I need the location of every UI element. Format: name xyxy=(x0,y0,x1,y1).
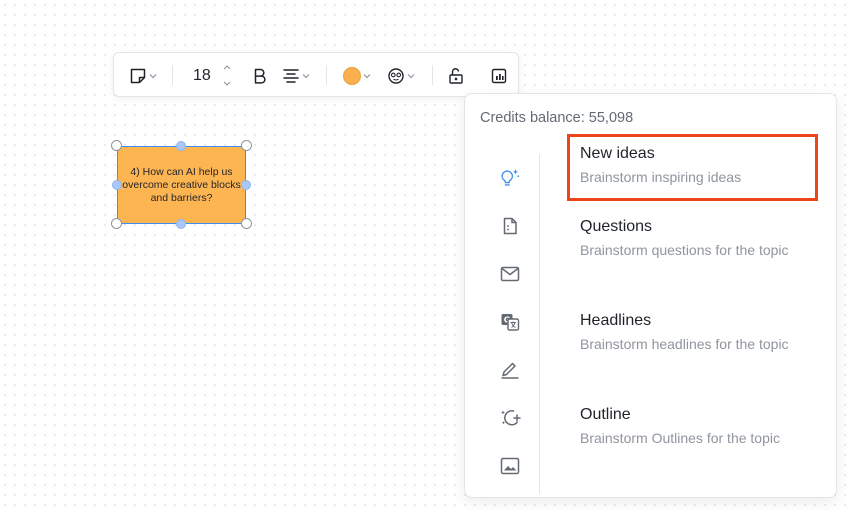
connector-handle-right[interactable] xyxy=(241,180,251,190)
resize-handle-bottom-right[interactable] xyxy=(241,218,252,229)
option-questions[interactable]: Questions Brainstorm questions for the t… xyxy=(580,217,815,261)
font-size-stepper[interactable] xyxy=(222,63,232,89)
option-title: New ideas xyxy=(580,145,655,162)
option-description: Brainstorm inspiring ideas xyxy=(580,169,742,185)
option-new-ideas[interactable]: New ideas Brainstorm inspiring ideas xyxy=(580,144,815,188)
toolbar-divider xyxy=(326,65,327,85)
chart-button[interactable] xyxy=(490,53,508,98)
panel-divider xyxy=(539,154,540,494)
sticky-line: and barriers? xyxy=(150,191,213,204)
chart-icon xyxy=(491,68,507,83)
face-icon xyxy=(388,67,404,84)
sticky-line: overcome creative blocks xyxy=(122,178,241,191)
rail-translate-button[interactable]: G xyxy=(499,311,521,333)
rail-mail-button[interactable] xyxy=(499,263,521,285)
document-icon xyxy=(503,217,517,235)
option-description: Brainstorm questions for the topic xyxy=(580,242,789,258)
align-center-icon xyxy=(283,68,299,83)
option-description: Brainstorm Outlines for the topic xyxy=(580,430,780,446)
connector-handle-top[interactable] xyxy=(176,141,186,151)
option-outline[interactable]: Outline Brainstorm Outlines for the topi… xyxy=(580,405,815,449)
mail-icon xyxy=(500,266,520,282)
resize-handle-top-right[interactable] xyxy=(241,140,252,151)
font-size-value: 18 xyxy=(193,66,211,84)
lightbulb-sparkle-icon xyxy=(501,169,520,186)
pencil-icon xyxy=(501,362,519,379)
sticker-dropdown[interactable] xyxy=(387,53,415,98)
credits-balance: Credits balance: 55,098 xyxy=(480,110,634,126)
sticky-note[interactable]: 4) How can AI help us overcome creative … xyxy=(117,146,246,224)
connector-handle-bottom[interactable] xyxy=(176,219,186,229)
resize-handle-bottom-left[interactable] xyxy=(111,218,122,229)
color-swatch-icon xyxy=(343,66,361,85)
floating-toolbar: 18 xyxy=(113,52,519,97)
align-dropdown[interactable] xyxy=(282,53,310,98)
resize-handle-top-left[interactable] xyxy=(111,140,122,151)
option-headlines[interactable]: Headlines Brainstorm headlines for the t… xyxy=(580,311,815,355)
sticky-note-text: 4) How can AI help us overcome creative … xyxy=(122,166,240,205)
chevron-down-icon xyxy=(302,73,310,78)
toolbar-divider xyxy=(172,65,173,85)
rail-image-button[interactable] xyxy=(499,455,521,477)
option-title: Headlines xyxy=(580,312,652,329)
lock-button[interactable] xyxy=(447,53,465,98)
lock-icon xyxy=(449,67,463,84)
rail-magic-button[interactable] xyxy=(499,407,521,429)
rail-ideas-button[interactable] xyxy=(499,167,521,189)
option-title: Questions xyxy=(580,218,653,235)
bold-button[interactable] xyxy=(252,53,268,98)
rail-document-button[interactable] xyxy=(499,215,521,237)
chevron-down-icon[interactable] xyxy=(222,80,232,88)
bold-icon xyxy=(254,68,266,84)
magic-wand-icon xyxy=(501,410,521,426)
sticky-note-icon xyxy=(130,68,146,83)
fill-color-dropdown[interactable] xyxy=(343,53,371,98)
option-description: Brainstorm headlines for the topic xyxy=(580,336,789,352)
rail-edit-button[interactable] xyxy=(499,359,521,381)
image-icon xyxy=(500,457,520,475)
option-title: Outline xyxy=(580,406,631,423)
sticky-line: 4) How can AI help us xyxy=(130,165,233,178)
chevron-down-icon xyxy=(363,73,371,78)
font-size-input[interactable]: 18 xyxy=(193,53,211,98)
translate-icon: G xyxy=(501,314,520,331)
chevron-down-icon xyxy=(149,73,157,78)
chevron-down-icon xyxy=(407,73,415,78)
ai-assistant-panel: Credits balance: 55,098 G New ideas Brai… xyxy=(464,93,837,498)
chevron-up-icon[interactable] xyxy=(222,63,232,71)
connector-handle-left[interactable] xyxy=(112,180,122,190)
toolbar-divider xyxy=(432,65,433,85)
shape-type-dropdown[interactable] xyxy=(129,53,157,98)
